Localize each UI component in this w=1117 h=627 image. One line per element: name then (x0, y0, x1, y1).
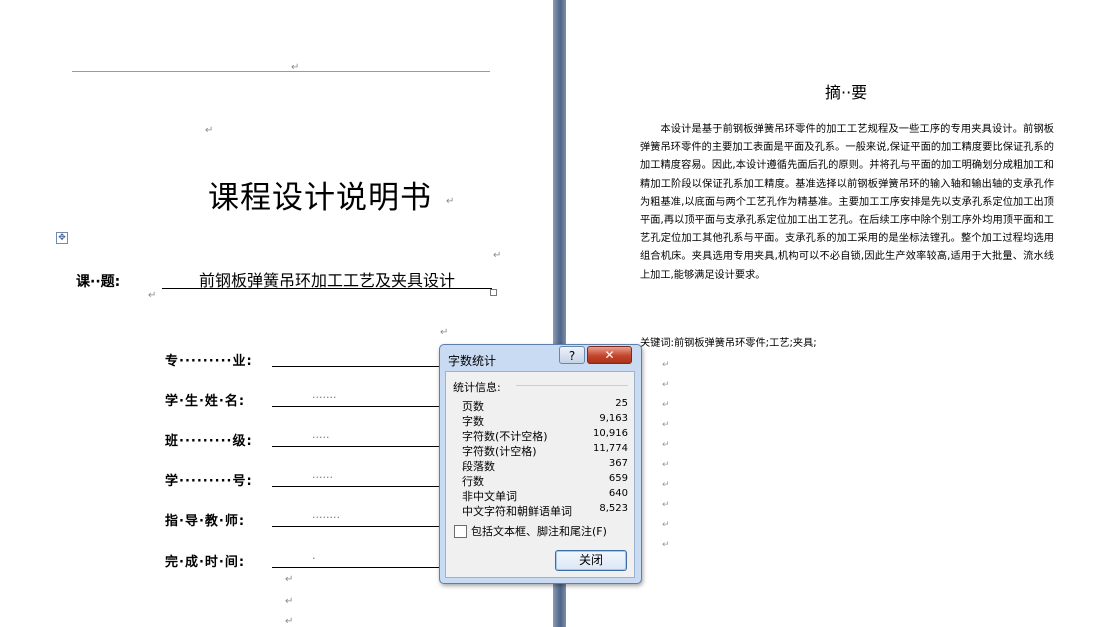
stat-value: 11,774 (593, 443, 628, 454)
topic-label: 课··题: (76, 274, 121, 290)
stat-row-non-chinese-words: 非中文单词 640 (462, 488, 628, 503)
dialog-body: 统计信息: 页数 25 字数 9,163 字符数(不计空格) 10,916 字符… (445, 371, 635, 578)
stat-label: 段落数 (462, 460, 495, 473)
stat-value: 640 (608, 488, 628, 499)
paragraph-mark: ↵ (285, 616, 294, 627)
paragraph-mark: ↵ (662, 380, 670, 390)
paragraph-mark: ↵ (285, 596, 294, 607)
stat-value: 10,916 (593, 428, 628, 439)
field-value-completion-date[interactable]: · (272, 552, 444, 568)
stat-row-cjk-chars: 中文字符和朝鲜语单词 8,523 (462, 503, 628, 518)
word-count-dialog: 字数统计 ? ✕ 统计信息: 页数 25 字数 9,163 字符数(不计空格) … (439, 344, 642, 584)
dialog-close-x-button[interactable]: ✕ (587, 346, 632, 364)
stat-row-paragraphs: 段落数 367 (462, 458, 628, 473)
stat-label: 非中文单词 (462, 490, 517, 503)
paragraph-mark: ↵ (285, 574, 294, 585)
statistics-group-label: 统计信息: (453, 381, 501, 394)
paragraph-mark: ↵ (662, 520, 670, 530)
field-label-student-id: 学·········号: (165, 474, 253, 489)
group-divider (516, 385, 628, 386)
paragraph-mark: ↵ (205, 125, 214, 136)
include-textboxes-label[interactable]: 包括文本框、脚注和尾注(F) (471, 523, 607, 539)
paragraph-mark: ↵ (148, 290, 157, 301)
stat-label: 中文字符和朝鲜语单词 (462, 505, 572, 518)
stat-label: 行数 (462, 475, 484, 488)
paragraph-mark: ↵ (440, 327, 449, 338)
field-label-completion-date: 完·成·时·间: (165, 555, 246, 570)
stat-label: 字符数(计空格) (462, 445, 537, 458)
stat-value: 367 (608, 458, 628, 469)
abstract-title[interactable]: 摘··要 (825, 79, 867, 103)
paragraph-mark: ↵ (662, 400, 670, 410)
paragraph-mark: ↵ (662, 460, 670, 470)
paragraph-mark: ↵ (662, 480, 670, 490)
stat-label: 字数 (462, 415, 484, 428)
stat-row-words: 字数 9,163 (462, 413, 628, 428)
paragraph-mark: ↵ (662, 420, 670, 430)
field-label-student-name: 学·生·姓·名: (165, 394, 246, 409)
table-move-handle-icon[interactable]: ✥ (56, 232, 68, 244)
field-value-class[interactable]: ····· (272, 431, 444, 447)
paragraph-mark: ↵ (446, 196, 455, 207)
stat-value: 9,163 (599, 413, 628, 424)
include-textboxes-checkbox[interactable] (454, 525, 467, 538)
paragraph-mark: ↵ (662, 360, 670, 370)
topic-value[interactable]: 前钢板弹簧吊环加工工艺及夹具设计 (162, 267, 492, 290)
document-title[interactable]: 课程设计说明书 (208, 172, 432, 217)
help-button[interactable]: ? (559, 346, 585, 364)
abstract-body[interactable]: 本设计是基于前钢板弹簧吊环零件的加工工艺规程及一些工序的专用夹具设计。前钢板弹簧… (640, 121, 1054, 285)
field-label-class: 班·········级: (165, 434, 253, 449)
close-button[interactable]: 关闭 (555, 550, 627, 571)
field-value-major[interactable] (272, 351, 444, 367)
cell-end-marker (490, 289, 497, 296)
paragraph-mark: ↵ (662, 500, 670, 510)
paragraph-mark: ↵ (662, 540, 670, 550)
paragraph-mark: ↵ (662, 440, 670, 450)
field-value-student-name[interactable]: ······· (272, 391, 444, 407)
stat-row-chars-no-spaces: 字符数(不计空格) 10,916 (462, 428, 628, 443)
field-label-advisor: 指·导·教·师: (165, 514, 246, 529)
field-label-major: 专·········业: (165, 354, 253, 369)
dialog-title: 字数统计 (448, 354, 497, 368)
stat-row-pages: 页数 25 (462, 398, 628, 413)
header-rule (72, 71, 490, 72)
paragraph-mark: ↵ (493, 250, 502, 261)
stat-value: 25 (615, 398, 628, 409)
keywords-line[interactable]: 关键词:前钢板弹簧吊环零件;工艺;夹具; (640, 334, 817, 349)
stat-row-chars-with-spaces: 字符数(计空格) 11,774 (462, 443, 628, 458)
paragraph-mark: ↵ (291, 62, 300, 73)
stat-value: 659 (608, 473, 628, 484)
stat-label: 页数 (462, 400, 484, 413)
field-value-advisor[interactable]: ········ (272, 511, 444, 527)
stat-row-lines: 行数 659 (462, 473, 628, 488)
stat-value: 8,523 (599, 503, 628, 514)
stat-label: 字符数(不计空格) (462, 430, 548, 443)
field-value-student-id[interactable]: ······ (272, 471, 444, 487)
